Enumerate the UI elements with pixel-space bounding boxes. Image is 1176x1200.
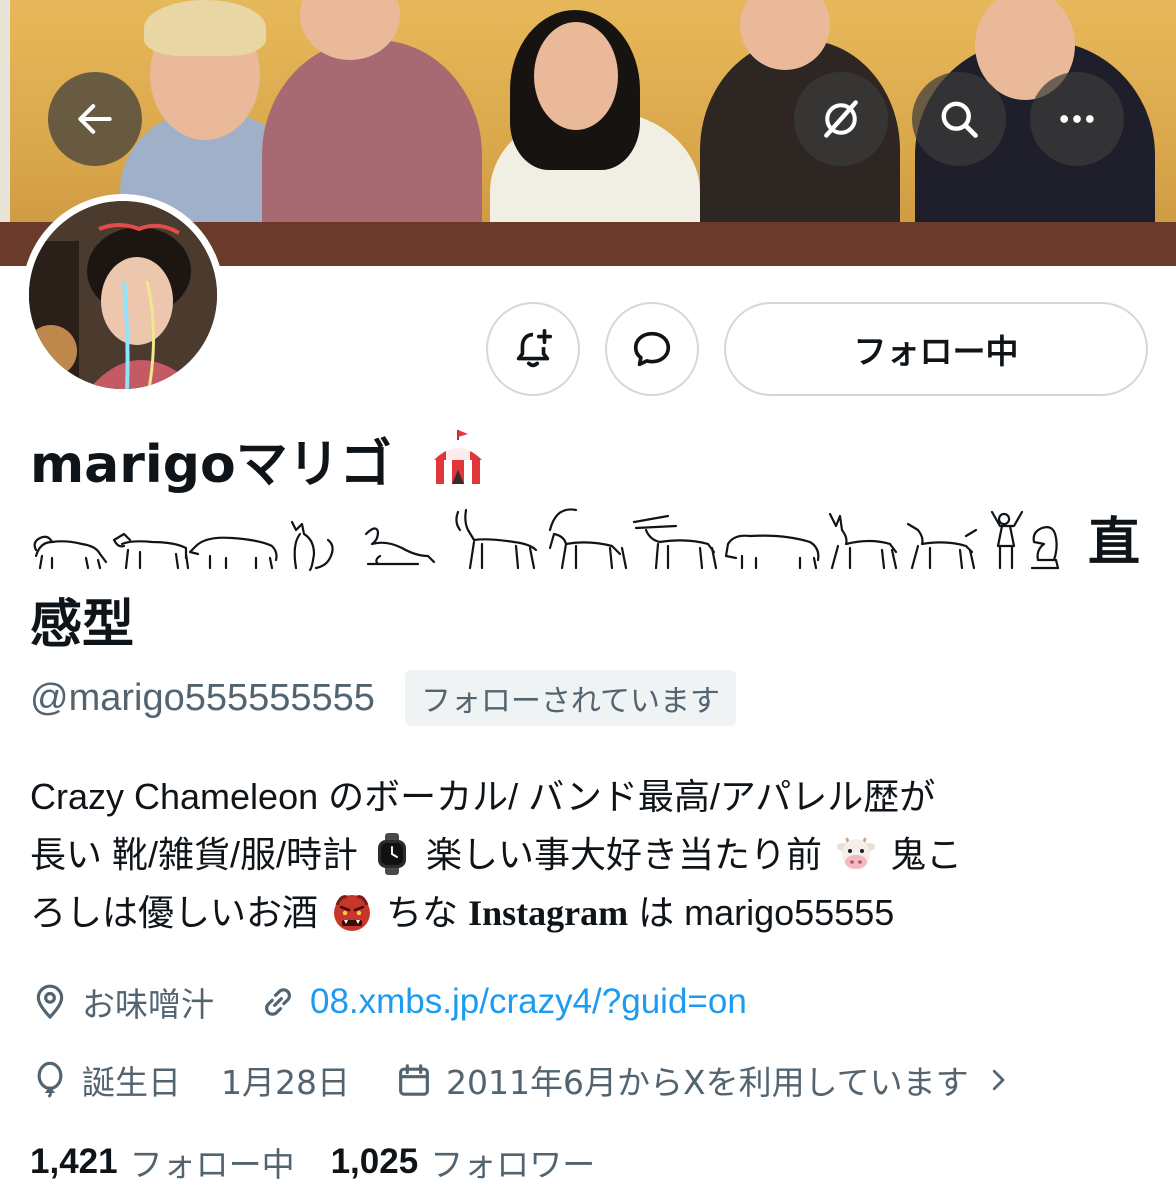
location-item: お味噌汁 (30, 978, 214, 1026)
bio-text: ろしは優しいお酒 (30, 892, 319, 933)
user-handle: @marigo555555555 (30, 676, 375, 719)
avatar-photo (29, 201, 217, 389)
bio-text-instagram: Instagram (468, 893, 629, 933)
more-button[interactable] (1030, 72, 1124, 166)
followers-count[interactable]: 1,025 (331, 1142, 419, 1182)
calendar-icon (399, 1064, 429, 1096)
cow-face-emoji-icon (837, 837, 876, 869)
meta-row-2: 誕生日 1月28日 2011年6月からXを利用しています (30, 1056, 1013, 1104)
display-name-suffix-1: 直 (1088, 513, 1141, 573)
bio-line: ろしは優しいお酒 ちな Instagram は marigo55555 (30, 884, 1150, 942)
following-button-label: フォロー中 (853, 332, 1019, 371)
website-link[interactable]: 08.xmbs.jp/crazy4/?guid=on (310, 982, 747, 1022)
display-name-text: marigoマリゴ (30, 435, 392, 495)
location-pin-icon (36, 984, 64, 1020)
meta-row-1: お味噌汁 08.xmbs.jp/crazy4/?guid=on (30, 978, 791, 1026)
chat-bubble-icon (633, 331, 671, 367)
bio: Crazy Chameleon のボーカル/ バンド最高/アパレル歴が 長い 靴… (30, 768, 1150, 942)
search-icon (941, 101, 978, 138)
bio-text: 楽しい事大好き当たり前 (426, 834, 823, 875)
circus-tent-icon (433, 430, 482, 484)
ellipsis-icon (1060, 115, 1094, 123)
balloon-icon (37, 1061, 63, 1098)
bio-text: は marigo55555 (638, 892, 895, 933)
display-name-line-2: 直 (30, 500, 1150, 586)
birthday-value: 1月28日 (221, 1063, 350, 1102)
handle-row: @marigo555555555 フォローされています (30, 670, 737, 726)
birthday-label: 誕生日 (82, 1063, 181, 1102)
grok-icon (824, 100, 858, 138)
bio-line: 長い 靴/雑貨/服/時計 楽しい事大好き当たり前 鬼こ (30, 826, 1150, 884)
following-count[interactable]: 1,421 (30, 1142, 118, 1182)
followers-label[interactable]: フォロワー (430, 1138, 595, 1186)
display-name-line-1: marigoマリゴ (30, 426, 1150, 500)
display-name-line-3: 感型 (30, 590, 1150, 660)
search-button[interactable] (912, 72, 1006, 166)
website-item[interactable]: 08.xmbs.jp/crazy4/?guid=on (258, 982, 747, 1022)
joined-text: 2011年6月からXを利用しています (446, 1063, 969, 1102)
bio-text: ちな (386, 892, 459, 933)
following-label[interactable]: フォロー中 (130, 1138, 295, 1186)
ogre-emoji-icon (334, 895, 371, 931)
birthday-item: 誕生日 1月28日 (30, 1056, 350, 1104)
bio-text: 鬼こ (890, 834, 963, 875)
arrow-left-icon (78, 104, 112, 134)
back-button[interactable] (48, 72, 142, 166)
display-name-suffix-2: 感型 (30, 595, 135, 655)
joined-item[interactable]: 2011年6月からXを利用しています (394, 1056, 1013, 1104)
animal-glyphs (33, 508, 1060, 572)
display-name: marigoマリゴ 直 感型 (30, 426, 1150, 660)
notifications-button[interactable] (486, 302, 580, 396)
follow-counts: 1,421 フォロー中 1,025 フォロワー (30, 1138, 631, 1186)
chevron-right-icon (992, 1069, 1004, 1091)
banner-figure-hair (144, 0, 266, 56)
bio-line: Crazy Chameleon のボーカル/ バンド最高/アパレル歴が (30, 768, 1150, 826)
avatar-image (29, 201, 217, 389)
link-icon (265, 988, 291, 1016)
banner-figure-head (534, 22, 618, 130)
following-button[interactable]: フォロー中 (724, 302, 1148, 396)
bio-text: 長い 靴/雑貨/服/時計 (30, 834, 359, 875)
message-button[interactable] (605, 302, 699, 396)
location-text: お味噌汁 (82, 985, 214, 1024)
bell-plus-icon (516, 328, 553, 368)
watch-emoji-icon (378, 833, 407, 875)
avatar[interactable] (22, 194, 224, 396)
bio-text: Crazy Chameleon のボーカル/ バンド最高/アパレル歴が (30, 776, 936, 817)
grok-button[interactable] (794, 72, 888, 166)
follows-you-badge: フォローされています (404, 670, 737, 726)
